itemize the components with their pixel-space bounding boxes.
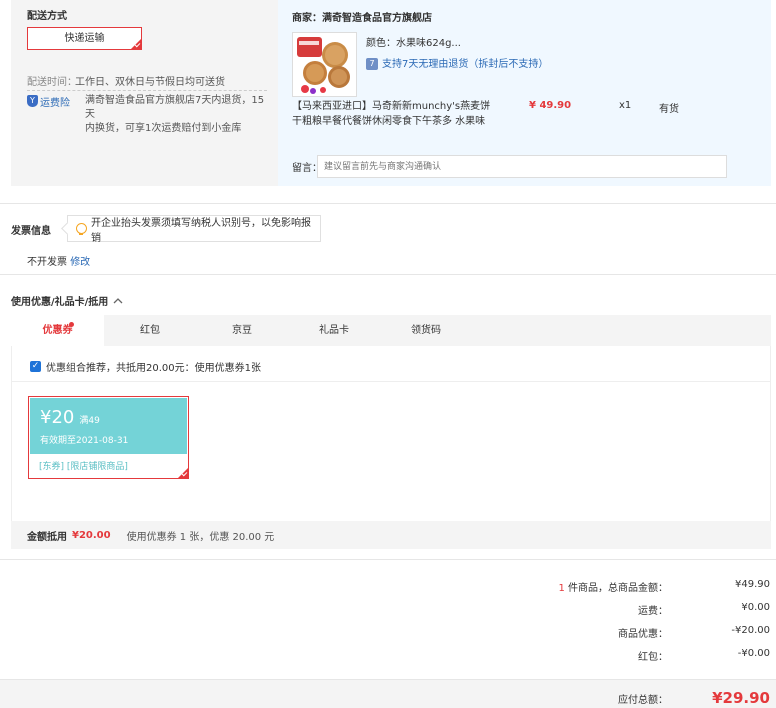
product-price: ¥ 49.90 bbox=[529, 100, 572, 111]
invoice-tip: 开企业抬头发票须填写纳税人识别号，以免影响报销 bbox=[67, 215, 321, 244]
payable-amount: ¥29.90 bbox=[712, 689, 770, 707]
coupon-expiry: 有效期至2021-08-31 bbox=[40, 436, 129, 446]
coupon-section-toggle[interactable]: 使用优惠/礼品卡/抵用 bbox=[11, 293, 123, 308]
memo-input[interactable] bbox=[317, 155, 727, 178]
product-quantity: x1 bbox=[619, 100, 632, 111]
tab-redeem-code[interactable]: 领货码 bbox=[380, 315, 472, 346]
payable-row: 应付总额： ¥29.90 bbox=[618, 689, 770, 707]
coupon-card[interactable]: ¥20 满49 有效期至2021-08-31 [东券] [限店铺限商品] bbox=[28, 396, 189, 479]
tab-coupon[interactable]: 优惠券 bbox=[11, 315, 104, 346]
ship-option-label: 快递运输 bbox=[64, 33, 105, 44]
coupon-summary: 金额抵用 ¥20.00 使用优惠券 1 张，优惠 20.00 元 bbox=[11, 521, 771, 549]
ship-option-button[interactable]: 快递运输 bbox=[27, 27, 142, 50]
tab-redpack[interactable]: 红包 bbox=[104, 315, 196, 346]
return-policy[interactable]: 7 支持7天无理由退货（拆封后不支持） bbox=[366, 55, 548, 70]
redpack-amount: -¥0.00 bbox=[737, 648, 770, 659]
item-count: 1 bbox=[558, 583, 565, 594]
invoice-edit-link[interactable]: 修改 bbox=[70, 257, 90, 268]
summary-desc: 使用优惠券 1 张，优惠 20.00 元 bbox=[126, 531, 275, 543]
insurance-label: 运费险 bbox=[40, 97, 70, 109]
coupon-condition: 满49 bbox=[79, 416, 100, 426]
delivery-time-value: 工作日、双休日与节假日均可送货 bbox=[75, 77, 225, 88]
combo-recommend[interactable]: ✓ 优惠组合推荐，共抵用20.00元：使用优惠券1张 bbox=[30, 359, 261, 374]
product-title[interactable]: 【马来西亚进口】马奇新新munchy's燕麦饼 干粗粮早餐代餐饼休闲零食下午茶多… bbox=[292, 99, 492, 129]
coupon-amount: ¥20 bbox=[40, 407, 75, 428]
coupon-tabs: 优惠券 红包 京豆 礼品卡 领货码 bbox=[11, 315, 771, 346]
divider bbox=[11, 381, 771, 382]
redpack-row: 红包： -¥0.00 bbox=[638, 648, 770, 663]
discount-amount: -¥20.00 bbox=[731, 625, 770, 636]
checkbox-checked-icon[interactable]: ✓ bbox=[30, 361, 41, 372]
lightbulb-icon bbox=[76, 222, 87, 235]
shipping-row: 运费： ¥0.00 bbox=[638, 602, 770, 617]
summary-label: 金额抵用 bbox=[27, 531, 67, 543]
seller-info: 商家：满奇智造食品官方旗舰店 bbox=[292, 13, 432, 24]
product-image[interactable] bbox=[292, 32, 357, 97]
divider bbox=[0, 274, 776, 275]
coupon-tags: [东券] [限店铺限商品] bbox=[39, 462, 128, 472]
tab-jingdou[interactable]: 京豆 bbox=[196, 315, 288, 346]
items-amount: ¥49.90 bbox=[735, 579, 770, 590]
summary-amount: ¥20.00 bbox=[72, 529, 111, 541]
product-thumbnail-icon bbox=[293, 33, 356, 96]
coupon-face: ¥20 满49 有效期至2021-08-31 bbox=[30, 398, 187, 454]
invoice-title: 发票信息 bbox=[11, 226, 51, 237]
tab-giftcard[interactable]: 礼品卡 bbox=[288, 315, 380, 346]
shipping-insurance-badge[interactable]: Y 运费险 bbox=[27, 94, 72, 109]
selected-check-icon bbox=[131, 39, 141, 49]
selected-check-icon bbox=[178, 468, 188, 478]
return-icon: 7 bbox=[366, 58, 378, 70]
delivery-title: 配送方式 bbox=[27, 11, 67, 22]
insurance-desc: 满奇智造食品官方旗舰店7天内退货，15天 内换货，可享1次运费赔付到小金库 bbox=[85, 95, 265, 134]
shield-icon: Y bbox=[27, 95, 38, 107]
divider bbox=[27, 90, 267, 91]
seller-name[interactable]: 满奇智造食品官方旗舰店 bbox=[322, 13, 432, 24]
shipping-amount: ¥0.00 bbox=[741, 602, 770, 613]
divider bbox=[0, 203, 776, 204]
invoice-status: 不开发票 修改 bbox=[27, 257, 91, 268]
discount-row: 商品优惠： -¥20.00 bbox=[618, 625, 770, 640]
new-dot-icon bbox=[69, 322, 74, 327]
delivery-time-label: 配送时间： bbox=[27, 77, 77, 88]
divider bbox=[0, 559, 776, 560]
stock-status: 有货 bbox=[659, 104, 679, 115]
product-color: 颜色：水果味624g... bbox=[366, 38, 461, 49]
total-items-row: 1 件商品，总商品金额： ¥49.90 bbox=[558, 579, 770, 594]
chevron-up-icon bbox=[113, 298, 123, 304]
